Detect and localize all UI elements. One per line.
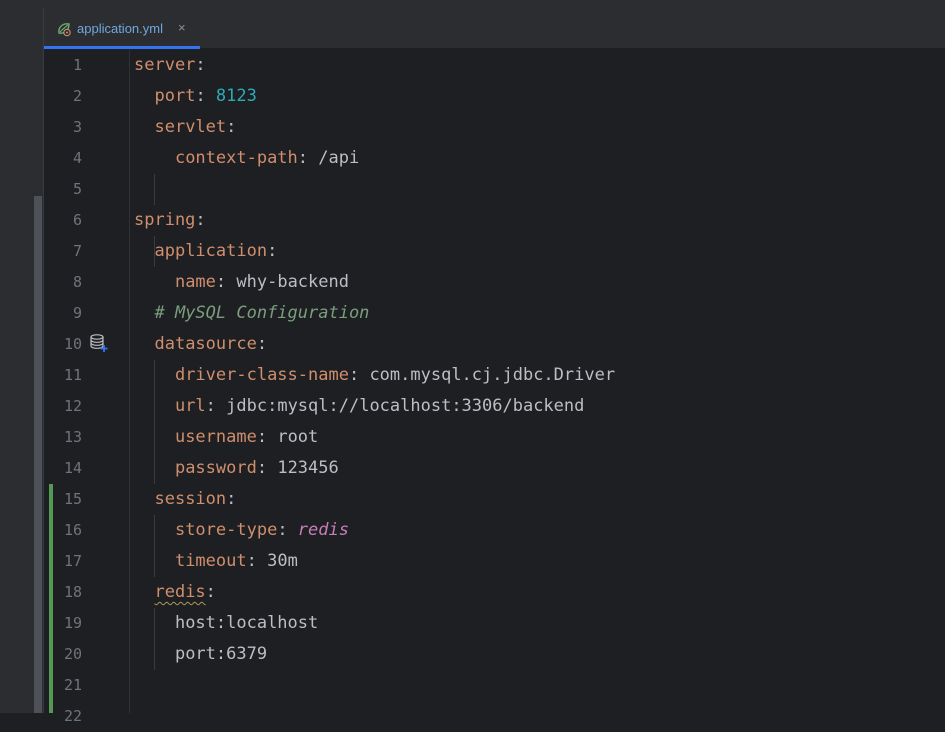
yaml-key: server xyxy=(134,55,196,75)
yaml-key: servlet xyxy=(154,117,227,137)
window-top-strip xyxy=(0,0,945,8)
vcs-added-lines-marker[interactable] xyxy=(49,484,53,713)
line-number: 9 xyxy=(72,304,82,322)
yaml-key: spring xyxy=(134,210,196,230)
code-line-16: store-type: redis xyxy=(134,515,349,546)
code-line-15: session: xyxy=(134,484,236,515)
line-number: 12 xyxy=(63,397,82,415)
code-line-11: driver-class-name: com.mysql.cj.jdbc.Dri… xyxy=(134,360,615,391)
line-number-gutter: 1 2 3 4 5 6 7 8 9 10 11 12 13 14 15 16 1… xyxy=(44,50,130,725)
left-scroll-thumb[interactable] xyxy=(34,196,42,713)
line-number: 3 xyxy=(72,118,82,136)
yaml-plain-text: port:6379 xyxy=(174,644,268,664)
line-number: 11 xyxy=(63,366,82,384)
yaml-sep: : xyxy=(256,334,268,354)
line-number: 2 xyxy=(72,87,82,105)
code-line-1: server: xyxy=(134,50,206,81)
yaml-key: name xyxy=(174,272,216,292)
line-number: 10 xyxy=(63,335,82,353)
yaml-key: datasource xyxy=(154,334,257,354)
code-line-18: redis: xyxy=(134,577,216,608)
code-line-9: # MySQL Configuration xyxy=(134,298,369,329)
code-line-14: password: 123456 xyxy=(134,453,339,484)
close-icon[interactable]: × xyxy=(178,20,186,35)
line-number: 5 xyxy=(72,180,82,198)
line-number: 14 xyxy=(63,459,82,477)
code-line-17: timeout: 30m xyxy=(134,546,298,577)
yaml-value: jdbc:mysql://localhost:3306/backend xyxy=(226,396,585,416)
yaml-key-warning: redis xyxy=(154,582,206,602)
yaml-value: 30m xyxy=(267,551,298,571)
yaml-sep: : xyxy=(297,148,319,168)
yaml-value: 123456 xyxy=(277,458,339,478)
code-line-10: datasource: xyxy=(134,329,267,360)
yaml-value: 8123 xyxy=(215,86,257,106)
line-number: 1 xyxy=(72,56,82,74)
yaml-key: timeout xyxy=(174,551,247,571)
database-add-icon[interactable] xyxy=(89,333,109,353)
editor-tab-bar: application.yml × xyxy=(44,8,945,49)
yaml-key: session xyxy=(154,489,227,509)
yaml-plain-text: host:localhost xyxy=(174,613,319,633)
line-number: 4 xyxy=(72,149,82,167)
yaml-sep: : xyxy=(215,272,237,292)
yaml-sep: : xyxy=(256,458,278,478)
line-number: 8 xyxy=(72,273,82,291)
yaml-key: store-type xyxy=(174,520,278,540)
yaml-value: /api xyxy=(318,148,360,168)
yaml-key: context-path xyxy=(174,148,298,168)
yaml-sep: : xyxy=(205,396,227,416)
yaml-key: username xyxy=(174,427,257,447)
yaml-key: application xyxy=(154,241,268,261)
indent-guide xyxy=(154,174,155,205)
yaml-key: driver-class-name xyxy=(174,365,349,385)
left-tool-strip xyxy=(0,8,44,713)
yaml-sep: : xyxy=(195,210,206,230)
yaml-sep: : xyxy=(267,241,278,261)
yaml-value: com.mysql.cj.jdbc.Driver xyxy=(369,365,616,385)
yaml-sep: : xyxy=(226,489,237,509)
code-editor[interactable]: server: port: 8123 servlet: context-path… xyxy=(131,50,945,713)
active-tab-indicator xyxy=(44,46,200,49)
line-number: 7 xyxy=(72,242,82,260)
spring-leaf-icon xyxy=(56,21,72,37)
code-line-4: context-path: /api xyxy=(134,143,359,174)
code-line-12: url: jdbc:mysql://localhost:3306/backend xyxy=(134,391,584,422)
yaml-comment: # MySQL Configuration xyxy=(154,303,370,323)
yaml-value: why-backend xyxy=(236,272,349,292)
code-line-7: application: xyxy=(134,236,277,267)
yaml-sep: : xyxy=(256,427,278,447)
code-line-19: host:localhost xyxy=(134,608,318,639)
yaml-sep: : xyxy=(226,117,237,137)
yaml-sep: : xyxy=(277,520,298,540)
yaml-value: redis xyxy=(297,520,349,540)
line-number: 6 xyxy=(72,211,82,229)
tab-label: application.yml xyxy=(77,21,163,36)
yaml-value: root xyxy=(277,427,319,447)
yaml-sep: : xyxy=(246,551,268,571)
yaml-sep: : xyxy=(195,86,216,106)
code-line-8: name: why-backend xyxy=(134,267,349,298)
code-line-2: port: 8123 xyxy=(134,81,257,112)
yaml-sep: : xyxy=(205,582,216,602)
yaml-key: port xyxy=(154,86,196,106)
code-line-3: servlet: xyxy=(134,112,236,143)
code-line-13: username: root xyxy=(134,422,318,453)
yaml-sep: : xyxy=(195,55,206,75)
yaml-key: url xyxy=(174,396,206,416)
yaml-sep: : xyxy=(348,365,370,385)
tab-application-yml[interactable]: application.yml × xyxy=(44,8,200,49)
yaml-key: password xyxy=(174,458,257,478)
code-line-20: port:6379 xyxy=(134,639,267,670)
line-number: 13 xyxy=(63,428,82,446)
code-line-6: spring: xyxy=(134,205,206,236)
